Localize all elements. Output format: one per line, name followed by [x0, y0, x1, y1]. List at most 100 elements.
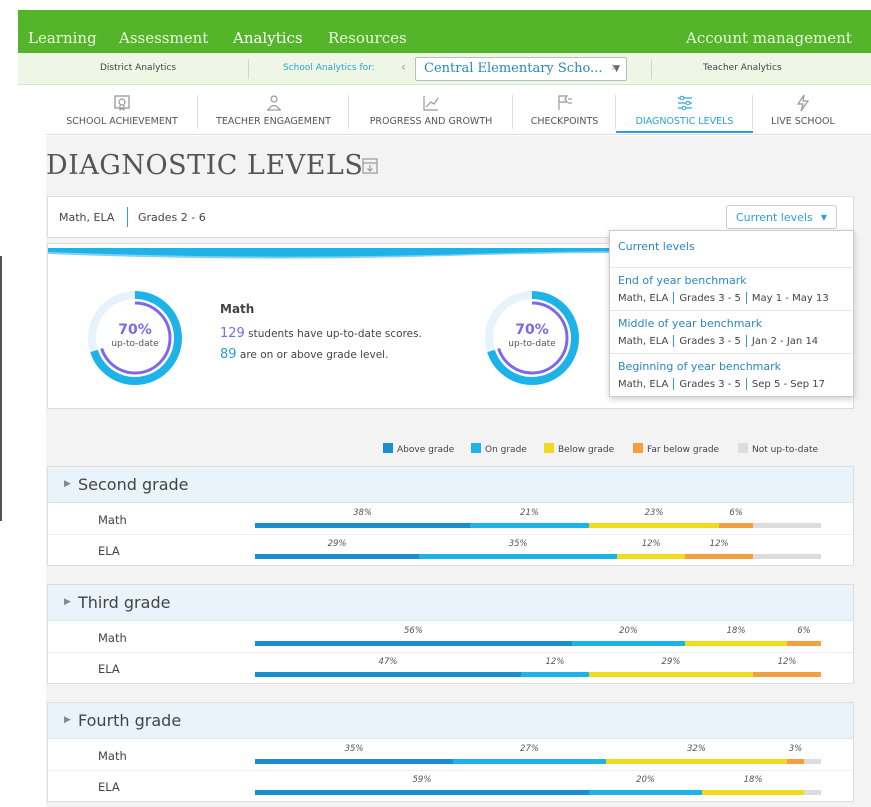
- tab-checkpoints[interactable]: CHECKPOINTS: [513, 89, 616, 133]
- donut-caption: up-to-date: [508, 339, 556, 349]
- subjects-filter[interactable]: Math, ELA: [59, 211, 114, 224]
- on-level-count: 89: [220, 347, 237, 362]
- data-label: 35%: [344, 744, 364, 754]
- donut-caption: up-to-date: [111, 339, 159, 349]
- data-label: 12%: [641, 539, 661, 549]
- subject-label: ELA: [98, 780, 120, 794]
- bar-segment[interactable]: [255, 759, 454, 764]
- grades-filter[interactable]: Grades 2 - 6: [138, 211, 206, 224]
- bar-segment[interactable]: [588, 523, 720, 528]
- summary-students-line: 129 students have up-to-date scores.: [220, 326, 422, 341]
- data-label: 29%: [327, 539, 347, 549]
- subject-row: ELA 29% 35% 12% 12%: [48, 535, 853, 566]
- data-label: 20%: [619, 626, 638, 636]
- bar-segment[interactable]: [419, 554, 618, 559]
- certificate-icon: [114, 95, 130, 112]
- stacked-bar: 38% 21% 23% 6%: [255, 508, 821, 528]
- bar-segment[interactable]: [255, 523, 471, 528]
- subject-label: Math: [98, 749, 127, 763]
- bar-segment[interactable]: [255, 790, 589, 795]
- bar-segment[interactable]: [617, 554, 686, 559]
- prev-school-arrow-icon[interactable]: ‹: [401, 60, 406, 74]
- teacher-analytics-link[interactable]: Teacher Analytics: [703, 63, 782, 73]
- bar-segment[interactable]: [753, 672, 821, 677]
- bar-segment[interactable]: [588, 790, 703, 795]
- data-label: 29%: [661, 657, 681, 667]
- bar-segment[interactable]: [470, 523, 589, 528]
- data-label: 12%: [709, 539, 729, 549]
- data-label: 18%: [726, 626, 746, 636]
- chevron-down-icon: ▼: [820, 213, 827, 222]
- stacked-bar: 47% 12% 29% 12%: [255, 657, 821, 677]
- bar-segment[interactable]: [255, 554, 420, 559]
- levels-select-value: Current levels: [736, 211, 813, 224]
- data-label: 21%: [520, 508, 539, 518]
- expand-triangle-icon[interactable]: ▶: [64, 479, 71, 489]
- nav-account-management[interactable]: Account management: [686, 29, 852, 47]
- tab-school-achievement[interactable]: SCHOOL ACHIEVEMENT: [46, 89, 198, 133]
- nav-analytics[interactable]: Analytics: [233, 29, 303, 47]
- levels-select-button[interactable]: Current levels ▼: [726, 205, 837, 229]
- dropdown-item-current-levels[interactable]: Current levels: [610, 231, 853, 268]
- bar-segment[interactable]: [719, 523, 754, 528]
- chart-legend: Above grade On grade Below grade Far bel…: [383, 443, 833, 457]
- bar-segment[interactable]: [753, 554, 821, 559]
- bar-segment[interactable]: [804, 759, 821, 764]
- legend-item: Not up-to-date: [738, 443, 818, 455]
- donut-chart: [88, 291, 182, 385]
- on-level-text: are on or above grade level.: [236, 349, 389, 361]
- grade-card: ▶ Third grade Math 56% 20% 18% 6% ELA 47% 12% 29% 1…: [47, 584, 854, 684]
- expand-triangle-icon[interactable]: ▶: [64, 597, 71, 607]
- lightning-icon: [796, 94, 810, 112]
- export-icon[interactable]: [361, 157, 379, 175]
- donut-percent: 70%: [515, 322, 549, 338]
- data-label: 18%: [743, 775, 763, 785]
- bar-segment[interactable]: [804, 790, 821, 795]
- analytics-subnav: District Analytics School Analytics for:…: [18, 53, 871, 85]
- subject-row: ELA 59% 20% 18%: [48, 771, 853, 802]
- bar-segment[interactable]: [588, 672, 754, 677]
- bar-segment[interactable]: [685, 554, 754, 559]
- nav-assessment[interactable]: Assessment: [119, 29, 208, 47]
- bar-segment[interactable]: [453, 759, 606, 764]
- district-analytics-link[interactable]: District Analytics: [100, 63, 176, 73]
- data-label: 3%: [788, 744, 803, 754]
- school-select[interactable]: Central Elementary Scho... ▼: [415, 57, 627, 81]
- expand-triangle-icon[interactable]: ▶: [64, 715, 71, 725]
- grade-header[interactable]: ▶ Third grade: [48, 585, 853, 621]
- math-summary: Math 129 students have up-to-date scores…: [220, 302, 422, 362]
- tab-progress-and-growth[interactable]: PROGRESS AND GROWTH: [349, 89, 513, 133]
- nav-resources[interactable]: Resources: [328, 29, 407, 47]
- bar-segment[interactable]: [255, 641, 572, 646]
- bar-segment[interactable]: [521, 672, 589, 677]
- bar-segment[interactable]: [787, 641, 821, 646]
- nav-learning[interactable]: Learning: [28, 29, 97, 47]
- data-label: 38%: [353, 508, 372, 518]
- grade-header[interactable]: ▶ Second grade: [48, 467, 853, 503]
- bar-segment[interactable]: [685, 641, 788, 646]
- tab-label: SCHOOL ACHIEVEMENT: [66, 116, 178, 127]
- bar-segment[interactable]: [255, 672, 522, 677]
- legend-item: Far below grade: [633, 443, 719, 455]
- dropdown-item-middle-of-year[interactable]: Middle of year benchmark Math, ELA Grades…: [610, 311, 853, 354]
- stacked-bar: 59% 20% 18%: [255, 775, 821, 795]
- dropdown-item-meta: Math, ELA Grades 3 - 5 Jan 2 - Jan 14: [618, 335, 819, 347]
- tab-teacher-engagement[interactable]: TEACHER ENGAGEMENT: [198, 89, 349, 133]
- bar-segment[interactable]: [571, 641, 686, 646]
- grade-header[interactable]: ▶ Fourth grade: [48, 703, 853, 739]
- bar-segment[interactable]: [787, 759, 804, 764]
- data-label: 12%: [545, 657, 565, 667]
- dropdown-item-beginning-of-year[interactable]: Beginning of year benchmark Math, ELA Gra…: [610, 354, 853, 397]
- dropdown-item-end-of-year[interactable]: End of year benchmark Math, ELA Grades 3 …: [610, 268, 853, 311]
- tab-diagnostic-levels[interactable]: DIAGNOSTIC LEVELS: [616, 89, 753, 133]
- bar-segment[interactable]: [753, 523, 821, 528]
- bar-segment[interactable]: [702, 790, 804, 795]
- students-text: students have up-to-date scores.: [244, 328, 422, 340]
- bar-segment[interactable]: [605, 759, 788, 764]
- data-label: 27%: [520, 744, 539, 754]
- summary-onlevel-line: 89 are on or above grade level.: [220, 347, 422, 362]
- dropdown-item-meta: Math, ELA Grades 3 - 5 Sep 5 - Sep 17: [618, 378, 826, 390]
- tab-live-school[interactable]: LIVE SCHOOL: [753, 89, 853, 133]
- data-label: 20%: [636, 775, 655, 785]
- next-school-arrow-icon[interactable]: ›: [611, 60, 616, 74]
